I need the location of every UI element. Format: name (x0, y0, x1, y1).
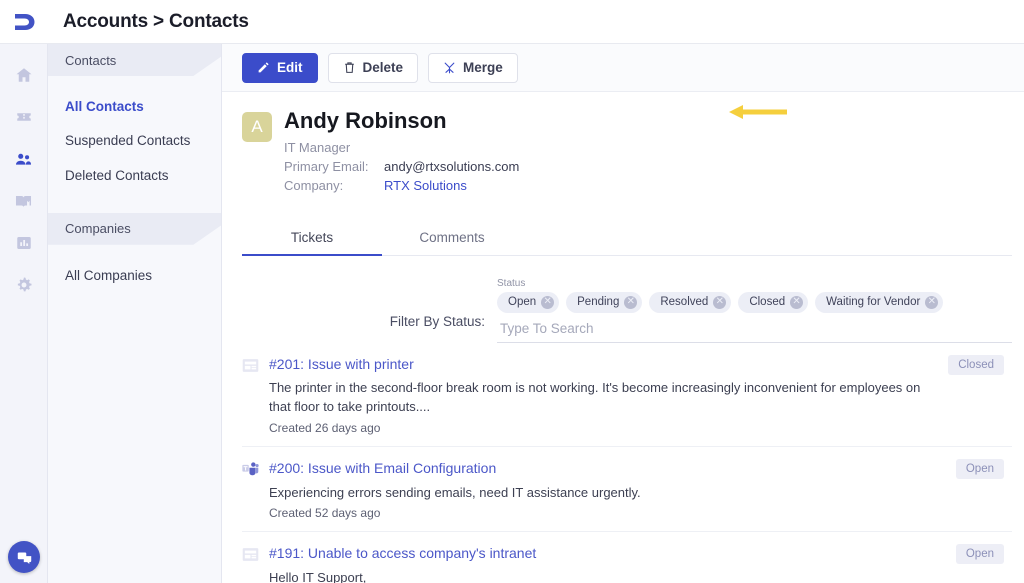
contact-field-company: Company: RTX Solutions (284, 177, 519, 196)
ticket-body: #191: Unable to access company's intrane… (269, 545, 1012, 583)
breadcrumb[interactable]: Accounts > Contacts (48, 11, 249, 33)
app-window: Accounts > Contacts Contacts All Contact… (0, 0, 1024, 583)
status-badge: Open (955, 544, 1004, 565)
sidebar-item-contacts[interactable] (0, 138, 48, 180)
filter-field: Status Open ✕ Pending ✕ Resolved ✕ Close… (497, 278, 1012, 343)
filter-caption: Status (497, 277, 526, 289)
pencil-icon (258, 62, 269, 73)
nav-sidebar: Contacts All Contacts Suspended Contacts… (48, 44, 222, 583)
delete-button-label: Delete (362, 60, 404, 75)
filter-chip-closed-label: Closed (749, 296, 786, 309)
sidebar-item-deleted-contacts[interactable]: Deleted Contacts (48, 159, 221, 193)
icon-rail (0, 44, 48, 583)
ticket-snippet: Hello IT Support, I am experiencing an i… (269, 569, 367, 583)
page-title: Andy Robinson (284, 108, 447, 133)
close-icon[interactable]: ✕ (624, 295, 638, 309)
status-badge: Open (955, 459, 1004, 480)
filter-chip-pending-label: Pending (577, 296, 620, 309)
close-icon[interactable]: ✕ (713, 295, 727, 309)
ticket-list: #201: Issue with printer The printer in … (242, 343, 1012, 583)
chat-launcher-button[interactable] (8, 541, 40, 573)
content-scroll-area[interactable]: A Andy Robinson IT Manager Primary Email… (222, 92, 1024, 583)
tab-comments[interactable]: Comments (382, 220, 522, 256)
sidebar-item-knowledgebase[interactable] (0, 180, 48, 222)
filter-chips: Open ✕ Pending ✕ Resolved ✕ Closed ✕ Wai… (497, 291, 1012, 313)
delete-button[interactable]: Delete (327, 52, 419, 83)
filter-chip-waiting-for-vendor-label: Waiting for Vendor (826, 296, 921, 309)
merge-button[interactable]: Merge (428, 52, 518, 83)
contact-field-company-key: Company: (284, 178, 344, 194)
filter-search-input[interactable] (497, 319, 1012, 343)
main-panel: Edit Delete Merge A Andy Robinson IT Man… (222, 44, 1024, 583)
merge-button-label: Merge (463, 60, 503, 75)
avatar: A (242, 112, 272, 142)
ticket-body: #201: Issue with printer The printer in … (269, 356, 1012, 435)
gear-icon (17, 277, 31, 292)
email-ticket-icon (242, 359, 259, 372)
ticket-channel-icon-wrap (242, 545, 260, 583)
list-item[interactable]: #201: Issue with printer The printer in … (242, 343, 1012, 448)
ticket-meta: Created 52 days ago (269, 506, 381, 521)
nav-section-header-companies: Companies (48, 212, 221, 245)
close-icon[interactable]: ✕ (541, 295, 555, 309)
filter-chip-pending[interactable]: Pending ✕ (566, 291, 643, 313)
ticket-title[interactable]: #201: Issue with printer (269, 356, 932, 374)
edit-button-label: Edit (277, 60, 303, 75)
edit-button[interactable]: Edit (242, 52, 318, 83)
contact-job-title: IT Manager (284, 140, 351, 156)
ticket-snippet: Experiencing errors sending emails, need… (269, 484, 641, 500)
ticket-icon (16, 113, 31, 121)
home-icon (16, 68, 31, 82)
ticket-snippet: The printer in the second-floor break ro… (269, 380, 921, 415)
sidebar-item-all-contacts[interactable]: All Contacts (48, 90, 221, 124)
sidebar-item-reports[interactable] (0, 222, 48, 264)
close-icon[interactable]: ✕ (925, 295, 939, 309)
filter-chip-open-label: Open (508, 296, 537, 309)
list-item[interactable]: #191: Unable to access company's intrane… (242, 532, 1012, 583)
people-icon (15, 153, 32, 165)
sidebar-item-settings[interactable] (0, 264, 48, 306)
contact-field-company-value[interactable]: RTX Solutions (384, 177, 467, 196)
tab-tickets[interactable]: Tickets (242, 220, 382, 256)
contact-header: A Andy Robinson IT Manager Primary Email… (242, 92, 1012, 204)
contact-field-email: Primary Email: andy@rtxsolutions.com (284, 158, 519, 177)
filter-chip-closed[interactable]: Closed ✕ (738, 291, 809, 313)
filter-chip-open[interactable]: Open ✕ (497, 291, 560, 313)
status-badge: Closed (948, 354, 1004, 375)
action-toolbar: Edit Delete Merge (222, 44, 1024, 119)
ticket-channel-icon-wrap (242, 356, 260, 435)
filter-row: Filter By Status: Status Open ✕ Pending … (242, 256, 1012, 343)
sidebar-item-suspended-contacts[interactable]: Suspended Contacts (48, 124, 221, 158)
list-item[interactable]: #200: Issue with Email Configuration Exp… (242, 447, 1012, 533)
deskpro-d-logo-icon (15, 13, 35, 30)
sidebar-item-tickets[interactable] (0, 96, 48, 138)
contact-field-email-value: andy@rtxsolutions.com (384, 159, 520, 175)
trash-icon (344, 62, 354, 73)
ticket-title[interactable]: #191: Unable to access company's intrane… (269, 545, 932, 563)
sidebar-item-home[interactable] (0, 54, 48, 96)
merge-icon (444, 62, 455, 73)
contact-field-email-key: Primary Email: (284, 159, 369, 175)
tab-bar: Tickets Comments (242, 220, 1012, 256)
filter-chip-waiting-for-vendor[interactable]: Waiting for Vendor ✕ (815, 291, 944, 313)
nav-section-header-contacts: Contacts (48, 44, 221, 76)
email-ticket-icon (242, 548, 259, 562)
reports-icon (16, 237, 31, 249)
filter-chip-resolved-label: Resolved (660, 296, 709, 309)
ticket-body: #200: Issue with Email Configuration Exp… (269, 460, 1012, 520)
filter-chip-resolved[interactable]: Resolved ✕ (649, 291, 732, 313)
app-logo[interactable] (0, 0, 48, 44)
ticket-title[interactable]: #200: Issue with Email Configuration (269, 460, 932, 478)
body-region: Contacts All Contacts Suspended Contacts… (0, 44, 1024, 583)
ticket-channel-icon-wrap (242, 460, 260, 520)
chat-bubble-icon (17, 552, 31, 564)
top-header: Accounts > Contacts (0, 0, 1024, 44)
filter-label: Filter By Status: (389, 313, 485, 329)
knowledgebase-icon (15, 195, 32, 207)
close-icon[interactable]: ✕ (790, 295, 804, 309)
contact-info: Andy Robinson IT Manager Primary Email: … (284, 108, 519, 196)
ticket-meta: Created 26 days ago (269, 421, 381, 436)
microsoft-teams-icon (242, 462, 259, 476)
sidebar-item-all-companies[interactable]: All Companies (48, 259, 221, 293)
